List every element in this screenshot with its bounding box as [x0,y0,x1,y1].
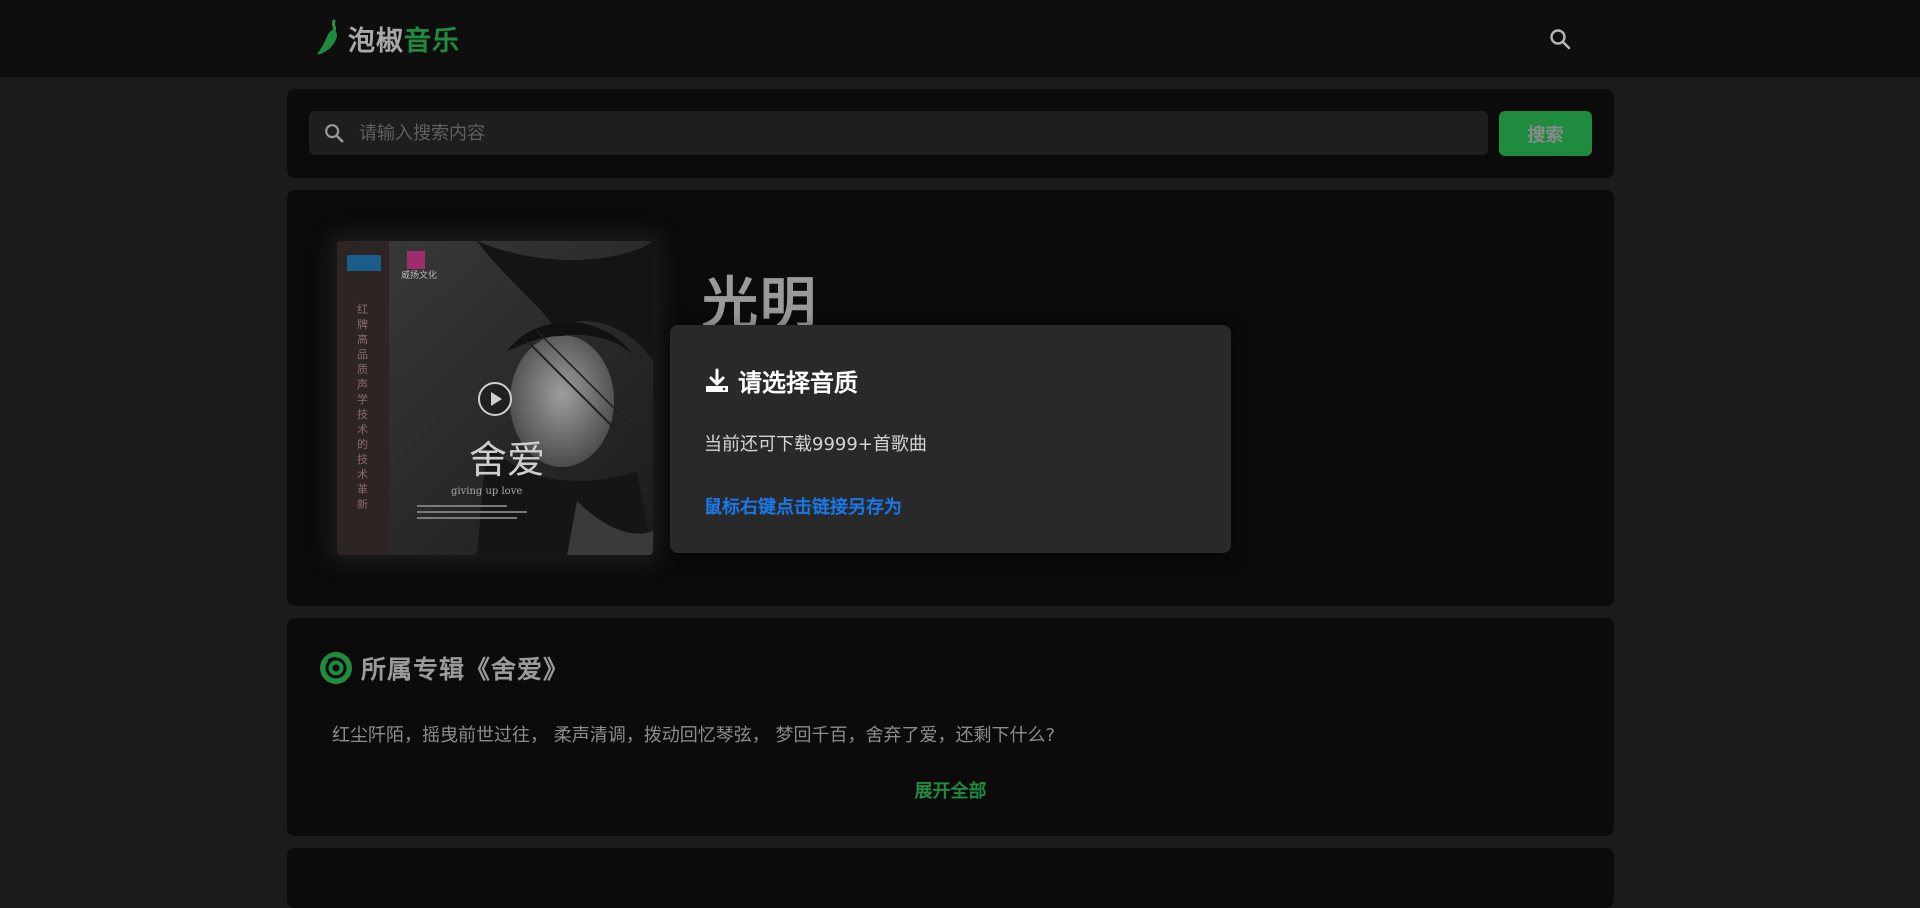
cover-title-text: 舍爱 [469,438,545,482]
svg-text:声: 声 [357,377,368,391]
svg-text:牌: 牌 [357,317,368,331]
expand-all-link[interactable]: 展开全部 [287,777,1614,803]
download-icon [706,368,728,392]
next-section-panel [287,848,1614,908]
search-input[interactable] [357,113,1488,153]
svg-text:术: 术 [357,423,368,436]
search-icon [325,124,344,143]
album-cover: 威扬文化 红牌高 品质声 学技术 的技术 革新 舍爱 giving up lov… [337,241,653,555]
search-panel: 搜索 [287,89,1614,178]
svg-text:高: 高 [357,332,368,346]
svg-text:术: 术 [357,468,368,481]
album-heading: 所属专辑《舍爱》 [319,650,569,686]
cover-label-text: 威扬文化 [401,269,437,281]
logo-text-primary: 泡椒 [348,25,404,57]
svg-text:红: 红 [357,303,368,316]
search-icon[interactable] [1548,27,1572,51]
search-box [309,111,1488,155]
svg-text:新: 新 [357,497,368,511]
play-icon[interactable] [477,381,513,417]
svg-text:品: 品 [357,348,368,361]
svg-text:技: 技 [357,408,368,421]
site-logo[interactable]: 泡椒 音乐 [314,18,460,58]
album-description: 红尘阡陌，摇曳前世过往， 柔声清调，拨动回忆琴弦， 梦回千百，舍弃了爱，还剩下什… [332,725,1055,746]
popup-title: 请选择音质 [738,369,858,397]
download-link[interactable]: 鼠标右键点击链接另存为 [704,493,902,519]
cover-subtitle-text: giving up love [451,486,522,497]
top-navbar: 泡椒 音乐 [0,0,1920,77]
pepper-logo-icon [317,19,337,55]
download-quota-text: 当前还可下载9999+首歌曲 [704,434,927,455]
svg-text:质: 质 [357,363,368,376]
album-panel: 所属专辑《舍爱》 红尘阡陌，摇曳前世过往， 柔声清调，拨动回忆琴弦， 梦回千百，… [287,618,1614,836]
svg-text:的: 的 [357,437,368,451]
disc-icon [320,652,352,684]
download-quality-popup: 请选择音质 当前还可下载9999+首歌曲 鼠标右键点击链接另存为 [670,325,1231,553]
logo-text-accent: 音乐 [404,25,460,57]
svg-text:技: 技 [357,453,368,466]
album-title: 所属专辑《舍爱》 [361,655,570,684]
search-button[interactable]: 搜索 [1499,111,1592,156]
svg-text:革: 革 [357,482,368,496]
svg-text:学: 学 [357,392,368,406]
popup-heading: 请选择音质 [704,363,858,398]
